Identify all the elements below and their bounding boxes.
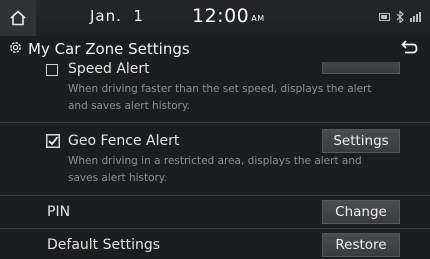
- bluetooth-audio-icon: [396, 11, 404, 23]
- divider: [0, 228, 430, 229]
- status-icons: [379, 11, 422, 23]
- geo-fence-alert-description: When driving in a restricted area, displ…: [68, 153, 428, 187]
- page-title: My Car Zone Settings: [28, 40, 190, 58]
- speed-alert-description: When driving faster than the set speed, …: [68, 81, 428, 115]
- time-display: 12:00 AM: [192, 5, 265, 27]
- home-button[interactable]: [0, 0, 36, 36]
- restore-button-label: Restore: [335, 237, 387, 253]
- pin-label: PIN: [47, 204, 71, 220]
- time-value: 12:00: [192, 5, 250, 27]
- divider: [0, 195, 430, 196]
- restore-button[interactable]: Restore: [322, 233, 400, 257]
- back-button[interactable]: [401, 40, 418, 54]
- status-bar: Jan. 1 12:00 AM: [0, 0, 430, 36]
- date-display: Jan. 1: [90, 7, 144, 25]
- geo-fence-description-line1: When driving in a restricted area, displ…: [68, 155, 362, 167]
- geo-fence-settings-button-label: Settings: [333, 133, 389, 149]
- geo-fence-alert-label: Geo Fence Alert: [68, 133, 180, 149]
- ampm-indicator: AM: [251, 14, 265, 23]
- geo-fence-settings-button[interactable]: Settings: [322, 129, 400, 153]
- checkmark-icon: [48, 136, 59, 146]
- default-settings-label: Default Settings: [47, 237, 161, 253]
- signal-icon: [410, 12, 421, 22]
- settings-list: Speed Alert When driving faster than the…: [0, 62, 430, 259]
- speed-alert-description-line2: and saves alert history.: [68, 100, 191, 112]
- page-header: My Car Zone Settings: [0, 36, 430, 62]
- speed-alert-checkbox[interactable]: [46, 64, 58, 76]
- geo-fence-description-line2: saves alert history.: [68, 172, 167, 184]
- pin-change-button-label: Change: [335, 204, 387, 220]
- home-icon: [10, 10, 26, 26]
- speed-alert-description-line1: When driving faster than the set speed, …: [68, 83, 372, 95]
- geo-fence-alert-checkbox[interactable]: [46, 134, 60, 148]
- pin-change-button[interactable]: Change: [322, 200, 400, 224]
- gear-icon: [10, 42, 21, 53]
- battery-icon: [379, 13, 390, 21]
- back-arrow-icon: [401, 40, 418, 54]
- speed-alert-label: Speed Alert: [68, 62, 150, 77]
- divider: [0, 122, 430, 123]
- speed-alert-settings-button[interactable]: [322, 62, 400, 74]
